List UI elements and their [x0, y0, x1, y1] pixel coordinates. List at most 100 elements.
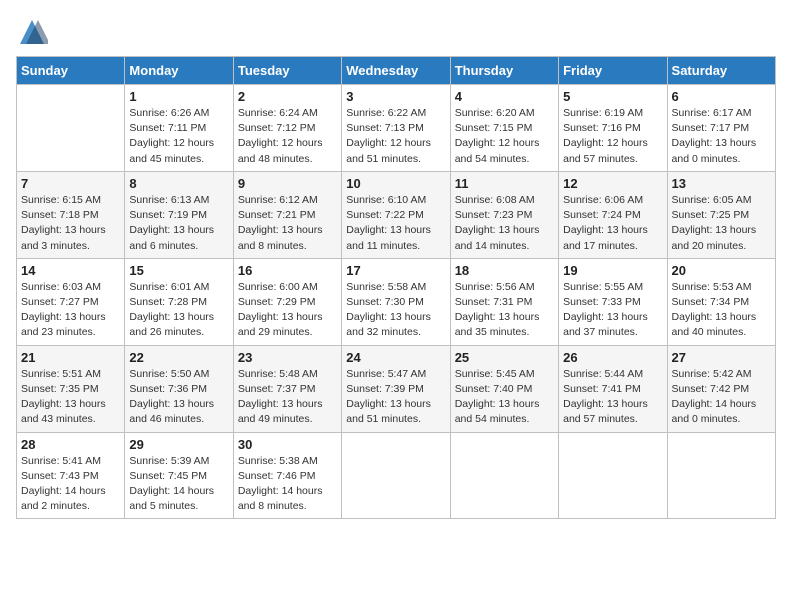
calendar-cell: 24 Sunrise: 5:47 AM Sunset: 7:39 PM Dayli… — [342, 345, 450, 432]
day-number: 2 — [238, 89, 337, 104]
day-info: Sunrise: 6:00 AM Sunset: 7:29 PM Dayligh… — [238, 280, 337, 341]
calendar-cell: 25 Sunrise: 5:45 AM Sunset: 7:40 PM Dayli… — [450, 345, 558, 432]
calendar-cell: 9 Sunrise: 6:12 AM Sunset: 7:21 PM Daylig… — [233, 171, 341, 258]
day-number: 29 — [129, 437, 228, 452]
day-number: 10 — [346, 176, 445, 191]
day-info: Sunrise: 6:08 AM Sunset: 7:23 PM Dayligh… — [455, 193, 554, 254]
day-number: 9 — [238, 176, 337, 191]
day-number: 15 — [129, 263, 228, 278]
day-info: Sunrise: 5:48 AM Sunset: 7:37 PM Dayligh… — [238, 367, 337, 428]
calendar-cell: 22 Sunrise: 5:50 AM Sunset: 7:36 PM Dayli… — [125, 345, 233, 432]
weekday-header-saturday: Saturday — [667, 57, 775, 85]
calendar-cell: 19Sunrise: 5:55 AM Sunset: 7:33 PM Dayli… — [559, 258, 667, 345]
day-info: Sunrise: 5:41 AM Sunset: 7:43 PM Dayligh… — [21, 454, 120, 515]
calendar-cell — [559, 432, 667, 519]
weekday-header-row: SundayMondayTuesdayWednesdayThursdayFrid… — [17, 57, 776, 85]
calendar-cell: 6Sunrise: 6:17 AM Sunset: 7:17 PM Daylig… — [667, 85, 775, 172]
calendar-cell: 2 Sunrise: 6:24 AM Sunset: 7:12 PM Daylig… — [233, 85, 341, 172]
calendar-cell: 27 Sunrise: 5:42 AM Sunset: 7:42 PM Dayli… — [667, 345, 775, 432]
calendar-cell — [450, 432, 558, 519]
day-info: Sunrise: 6:10 AM Sunset: 7:22 PM Dayligh… — [346, 193, 445, 254]
day-info: Sunrise: 6:20 AM Sunset: 7:15 PM Dayligh… — [455, 106, 554, 167]
day-number: 23 — [238, 350, 337, 365]
weekday-header-tuesday: Tuesday — [233, 57, 341, 85]
day-number: 14 — [21, 263, 120, 278]
day-number: 1 — [129, 89, 228, 104]
day-info: Sunrise: 5:51 AM Sunset: 7:35 PM Dayligh… — [21, 367, 120, 428]
day-info: Sunrise: 6:12 AM Sunset: 7:21 PM Dayligh… — [238, 193, 337, 254]
calendar-cell: 10 Sunrise: 6:10 AM Sunset: 7:22 PM Dayli… — [342, 171, 450, 258]
day-number: 27 — [672, 350, 771, 365]
day-number: 25 — [455, 350, 554, 365]
day-number: 5 — [563, 89, 662, 104]
calendar-cell: 18 Sunrise: 5:56 AM Sunset: 7:31 PM Dayli… — [450, 258, 558, 345]
day-info: Sunrise: 5:50 AM Sunset: 7:36 PM Dayligh… — [129, 367, 228, 428]
day-info: Sunrise: 6:01 AM Sunset: 7:28 PM Dayligh… — [129, 280, 228, 341]
day-info: Sunrise: 6:05 AM Sunset: 7:25 PM Dayligh… — [672, 193, 771, 254]
calendar-cell — [17, 85, 125, 172]
page-header — [16, 16, 776, 48]
calendar-cell: 29 Sunrise: 5:39 AM Sunset: 7:45 PM Dayli… — [125, 432, 233, 519]
calendar-cell: 15 Sunrise: 6:01 AM Sunset: 7:28 PM Dayli… — [125, 258, 233, 345]
logo — [16, 16, 52, 48]
day-number: 24 — [346, 350, 445, 365]
day-number: 3 — [346, 89, 445, 104]
calendar-cell: 20 Sunrise: 5:53 AM Sunset: 7:34 PM Dayli… — [667, 258, 775, 345]
calendar-cell: 8 Sunrise: 6:13 AM Sunset: 7:19 PM Daylig… — [125, 171, 233, 258]
day-info: Sunrise: 6:03 AM Sunset: 7:27 PM Dayligh… — [21, 280, 120, 341]
day-info: Sunrise: 5:58 AM Sunset: 7:30 PM Dayligh… — [346, 280, 445, 341]
day-number: 11 — [455, 176, 554, 191]
calendar-cell: 26 Sunrise: 5:44 AM Sunset: 7:41 PM Dayli… — [559, 345, 667, 432]
day-number: 28 — [21, 437, 120, 452]
day-info: Sunrise: 5:53 AM Sunset: 7:34 PM Dayligh… — [672, 280, 771, 341]
day-number: 17 — [346, 263, 445, 278]
day-info: Sunrise: 5:42 AM Sunset: 7:42 PM Dayligh… — [672, 367, 771, 428]
day-info: Sunrise: 5:45 AM Sunset: 7:40 PM Dayligh… — [455, 367, 554, 428]
day-number: 13 — [672, 176, 771, 191]
calendar-cell: 17 Sunrise: 5:58 AM Sunset: 7:30 PM Dayli… — [342, 258, 450, 345]
weekday-header-friday: Friday — [559, 57, 667, 85]
day-info: Sunrise: 5:47 AM Sunset: 7:39 PM Dayligh… — [346, 367, 445, 428]
calendar-week-row: 14 Sunrise: 6:03 AM Sunset: 7:27 PM Dayli… — [17, 258, 776, 345]
day-info: Sunrise: 6:15 AM Sunset: 7:18 PM Dayligh… — [21, 193, 120, 254]
calendar-cell — [342, 432, 450, 519]
day-number: 22 — [129, 350, 228, 365]
day-number: 12 — [563, 176, 662, 191]
calendar-cell: 16Sunrise: 6:00 AM Sunset: 7:29 PM Dayli… — [233, 258, 341, 345]
calendar-cell: 5 Sunrise: 6:19 AM Sunset: 7:16 PM Daylig… — [559, 85, 667, 172]
day-info: Sunrise: 6:19 AM Sunset: 7:16 PM Dayligh… — [563, 106, 662, 167]
day-info: Sunrise: 6:06 AM Sunset: 7:24 PM Dayligh… — [563, 193, 662, 254]
calendar-cell: 11 Sunrise: 6:08 AM Sunset: 7:23 PM Dayli… — [450, 171, 558, 258]
day-number: 18 — [455, 263, 554, 278]
calendar-table: SundayMondayTuesdayWednesdayThursdayFrid… — [16, 56, 776, 519]
day-number: 19 — [563, 263, 662, 278]
calendar-week-row: 28 Sunrise: 5:41 AM Sunset: 7:43 PM Dayli… — [17, 432, 776, 519]
calendar-cell: 4Sunrise: 6:20 AM Sunset: 7:15 PM Daylig… — [450, 85, 558, 172]
calendar-week-row: 1 Sunrise: 6:26 AM Sunset: 7:11 PM Daylig… — [17, 85, 776, 172]
weekday-header-monday: Monday — [125, 57, 233, 85]
weekday-header-thursday: Thursday — [450, 57, 558, 85]
day-number: 21 — [21, 350, 120, 365]
calendar-cell: 14 Sunrise: 6:03 AM Sunset: 7:27 PM Dayli… — [17, 258, 125, 345]
calendar-cell: 13 Sunrise: 6:05 AM Sunset: 7:25 PM Dayli… — [667, 171, 775, 258]
day-info: Sunrise: 5:39 AM Sunset: 7:45 PM Dayligh… — [129, 454, 228, 515]
day-info: Sunrise: 5:44 AM Sunset: 7:41 PM Dayligh… — [563, 367, 662, 428]
calendar-cell: 28 Sunrise: 5:41 AM Sunset: 7:43 PM Dayli… — [17, 432, 125, 519]
day-number: 6 — [672, 89, 771, 104]
day-info: Sunrise: 6:24 AM Sunset: 7:12 PM Dayligh… — [238, 106, 337, 167]
day-number: 20 — [672, 263, 771, 278]
calendar-cell — [667, 432, 775, 519]
weekday-header-sunday: Sunday — [17, 57, 125, 85]
day-info: Sunrise: 5:38 AM Sunset: 7:46 PM Dayligh… — [238, 454, 337, 515]
day-info: Sunrise: 6:13 AM Sunset: 7:19 PM Dayligh… — [129, 193, 228, 254]
calendar-cell: 1 Sunrise: 6:26 AM Sunset: 7:11 PM Daylig… — [125, 85, 233, 172]
logo-icon — [16, 16, 48, 48]
calendar-body: 1 Sunrise: 6:26 AM Sunset: 7:11 PM Daylig… — [17, 85, 776, 519]
day-info: Sunrise: 5:56 AM Sunset: 7:31 PM Dayligh… — [455, 280, 554, 341]
calendar-cell: 30Sunrise: 5:38 AM Sunset: 7:46 PM Dayli… — [233, 432, 341, 519]
calendar-week-row: 21 Sunrise: 5:51 AM Sunset: 7:35 PM Dayli… — [17, 345, 776, 432]
day-info: Sunrise: 6:26 AM Sunset: 7:11 PM Dayligh… — [129, 106, 228, 167]
calendar-week-row: 7Sunrise: 6:15 AM Sunset: 7:18 PM Daylig… — [17, 171, 776, 258]
day-number: 26 — [563, 350, 662, 365]
day-number: 8 — [129, 176, 228, 191]
